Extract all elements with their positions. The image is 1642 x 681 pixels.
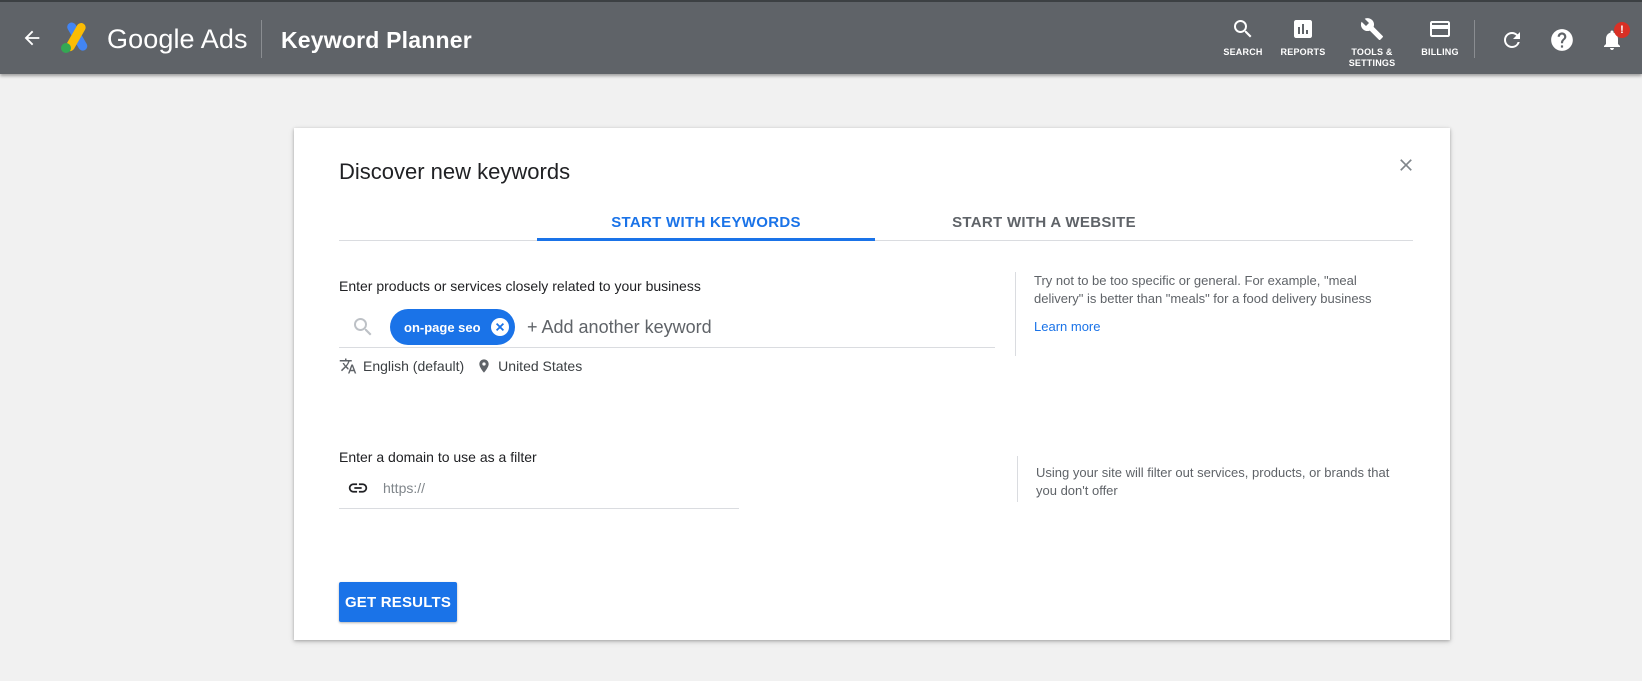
location-pin-icon — [479, 359, 489, 373]
tab-start-with-keywords[interactable]: START WITH KEYWORDS — [537, 204, 875, 240]
header-divider — [261, 20, 262, 58]
google-ads-logo — [58, 22, 94, 54]
domain-label: Enter a domain to use as a filter — [339, 449, 537, 465]
language-value: English (default) — [363, 358, 465, 374]
card-title: Discover new keywords — [339, 159, 571, 184]
link-icon — [345, 477, 371, 499]
domain-input[interactable] — [383, 474, 723, 502]
tabs-divider — [339, 240, 1413, 241]
domain-help-text: Using your site will filter out services… — [1036, 465, 1390, 498]
header-divider — [1474, 20, 1475, 58]
language-selector[interactable]: English (default) — [339, 357, 464, 375]
refresh-icon[interactable] — [1498, 26, 1526, 54]
domain-help: Using your site will filter out services… — [1017, 456, 1397, 502]
keyword-input[interactable] — [527, 311, 987, 343]
nav-tools-settings[interactable]: TOOLS & SETTINGS — [1340, 16, 1404, 69]
nav-label: TOOLS & SETTINGS — [1348, 47, 1396, 68]
notification-badge: ! — [1614, 22, 1630, 38]
top-app-bar: Google Ads Keyword Planner SEARCH REPORT… — [0, 0, 1642, 74]
keywords-help: Try not to be too specific or general. F… — [1015, 272, 1395, 356]
discover-keywords-card: Discover new keywords START WITH KEYWORD… — [294, 128, 1450, 640]
nav-search[interactable]: SEARCH — [1211, 16, 1275, 58]
close-icon[interactable] — [1394, 153, 1418, 177]
nav-billing[interactable]: BILLING — [1408, 16, 1472, 58]
nav-label: SEARCH — [1223, 47, 1263, 57]
tab-start-with-website[interactable]: START WITH A WEBSITE — [875, 204, 1213, 240]
nav-reports[interactable]: REPORTS — [1271, 16, 1335, 58]
learn-more-link[interactable]: Learn more — [1034, 318, 1395, 336]
search-icon — [1230, 16, 1256, 42]
keyword-chip-label: on-page seo — [404, 319, 481, 335]
targeting-row: English (default) United States — [339, 356, 582, 376]
reports-icon — [1290, 16, 1316, 42]
domain-input-row — [339, 467, 739, 509]
back-arrow-icon[interactable] — [18, 24, 46, 52]
keyword-input-row: on-page seo — [339, 306, 995, 348]
remove-keyword-icon[interactable] — [490, 318, 509, 336]
help-icon[interactable] — [1548, 26, 1576, 54]
wrench-icon — [1359, 16, 1385, 42]
get-results-button[interactable]: GET RESULTS — [339, 582, 457, 622]
active-tab-indicator — [537, 238, 875, 241]
page-title: Keyword Planner — [281, 27, 472, 53]
search-icon — [351, 315, 375, 339]
keyword-chip[interactable]: on-page seo — [390, 309, 515, 345]
credit-card-icon — [1427, 16, 1453, 42]
keywords-label: Enter products or services closely relat… — [339, 278, 701, 294]
brand-name: Google Ads — [107, 24, 248, 54]
keywords-help-text: Try not to be too specific or general. F… — [1034, 273, 1372, 306]
nav-label: REPORTS — [1280, 47, 1326, 57]
location-selector[interactable]: United States — [476, 358, 582, 374]
translate-icon — [339, 358, 357, 374]
location-value: United States — [498, 358, 583, 374]
nav-label: BILLING — [1421, 47, 1459, 57]
